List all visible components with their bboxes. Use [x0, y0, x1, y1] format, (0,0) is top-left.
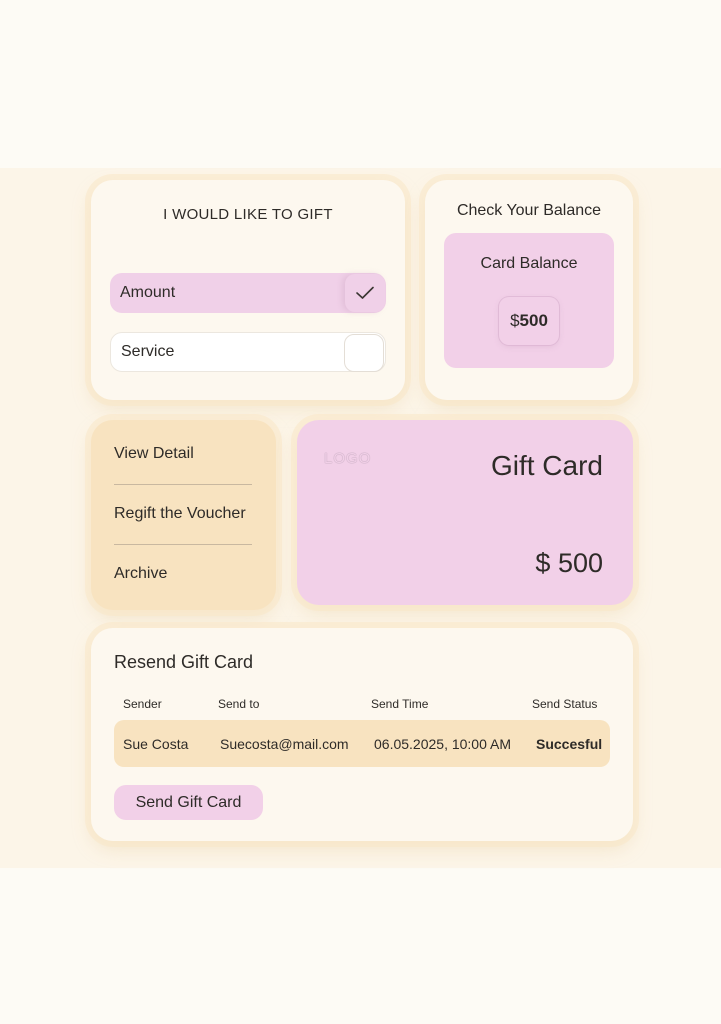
menu-item-view-detail[interactable]: View Detail — [114, 445, 194, 463]
balance-title: Check Your Balance — [456, 202, 602, 219]
menu-item-regift[interactable]: Regift the Voucher — [114, 505, 246, 523]
option-amount[interactable]: Amount — [110, 273, 386, 313]
page: I WOULD LIKE TO GIFT Amount Service Chec… — [0, 0, 721, 1024]
gift-type-selector: I WOULD LIKE TO GIFT Amount Service — [91, 180, 405, 400]
column-header-send-status: Send Status — [532, 697, 598, 711]
table-row[interactable]: Sue Costa Suecosta@mail.com 06.05.2025, … — [114, 720, 610, 767]
balance-card: Check Your Balance Card Balance $500 — [425, 180, 633, 400]
column-header-sender: Sender — [123, 697, 162, 711]
gift-card-preview: LOGO Gift Card $ 500 — [297, 420, 633, 605]
checkmark-icon — [356, 286, 374, 299]
option-amount-label: Amount — [120, 284, 176, 301]
column-header-send-time: Send Time — [371, 697, 429, 711]
send-gift-card-button[interactable]: Send Gift Card — [114, 785, 263, 820]
actions-menu: View Detail Regift the Voucher Archive — [91, 420, 276, 610]
menu-item-archive[interactable]: Archive — [114, 565, 167, 583]
resend-gift-card-panel: Resend Gift Card Sender Send to Send Tim… — [91, 628, 633, 841]
cell-send-to: Suecosta@mail.com — [220, 736, 349, 752]
card-balance-label: Card Balance — [480, 255, 578, 272]
menu-divider — [114, 484, 252, 485]
balance-panel: Card Balance $500 — [444, 233, 614, 368]
option-amount-checkbox[interactable] — [345, 274, 385, 312]
balance-amount: $500 — [499, 297, 559, 345]
resend-title: Resend Gift Card — [114, 652, 254, 672]
balance-currency: $ — [510, 311, 520, 330]
menu-divider — [114, 544, 252, 545]
option-service-checkbox[interactable] — [344, 334, 384, 372]
option-service-label: Service — [121, 343, 175, 360]
gift-selector-title: I WOULD LIKE TO GIFT — [163, 206, 333, 223]
gift-card-title: Gift Card — [490, 450, 603, 481]
cell-send-time: 06.05.2025, 10:00 AM — [374, 736, 511, 752]
column-header-send-to: Send to — [218, 697, 260, 711]
cell-send-status: Succesful — [536, 736, 603, 752]
balance-value: 500 — [519, 311, 548, 330]
gift-card-amount: $ 500 — [535, 548, 603, 578]
logo: LOGO — [324, 450, 372, 467]
option-service[interactable]: Service — [110, 332, 386, 372]
cell-sender: Sue Costa — [123, 736, 189, 752]
